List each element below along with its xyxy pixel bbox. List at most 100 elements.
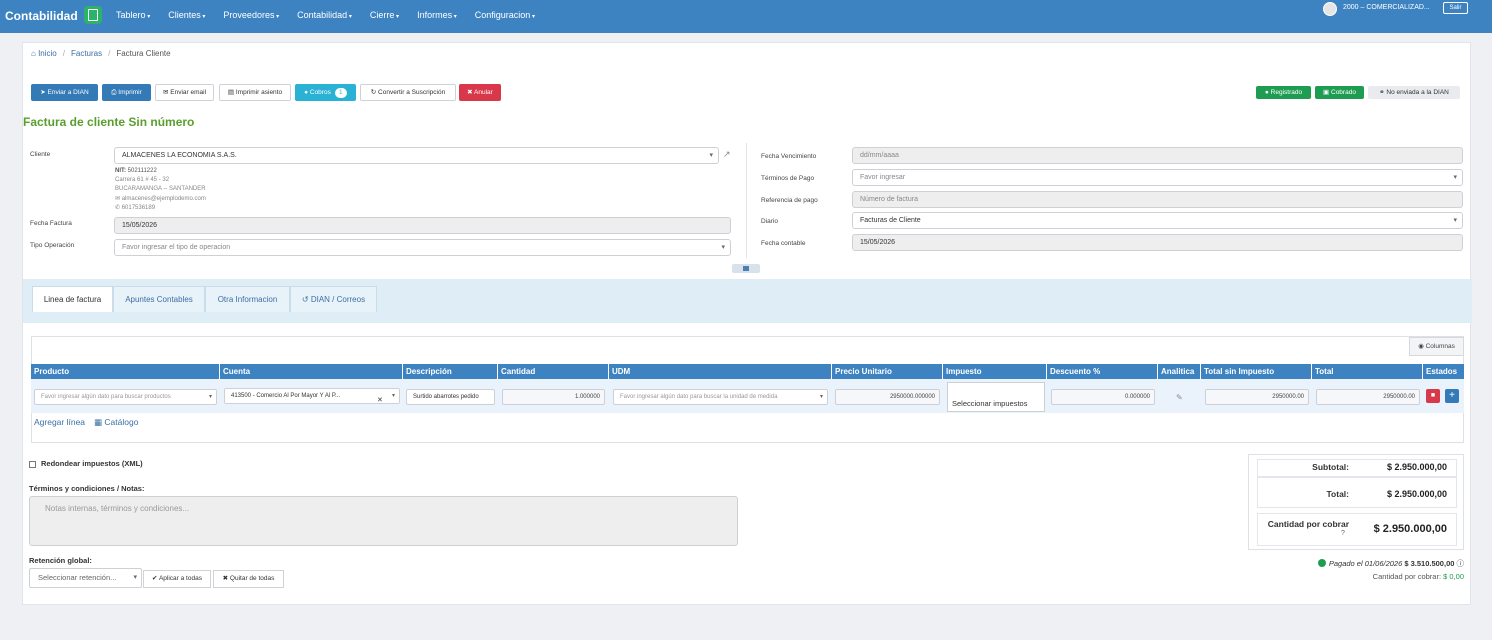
invoice-date-field[interactable]: 15/05/2026 (114, 217, 731, 234)
menu-contabilidad[interactable]: Contabilidad (297, 10, 352, 20)
accounting-date-field[interactable]: 15/05/2026 (852, 234, 1463, 251)
retention-select[interactable]: Seleccionar retención... (29, 568, 142, 588)
breadcrumb-home[interactable]: Inicio (31, 49, 57, 58)
collapse-toggle-button[interactable] (732, 264, 760, 273)
main-panel: Inicio / Facturas / Factura Cliente ➤ En… (22, 42, 1472, 605)
col-header-udm[interactable]: UDM (609, 364, 832, 379)
columns-button[interactable]: ◉ Columnas (1409, 337, 1464, 356)
menu-tablero[interactable]: Tablero (116, 10, 150, 20)
close-icon: ✖ (222, 575, 230, 582)
total-field: 2950000.00 (1316, 389, 1420, 405)
help-icon[interactable]: ? (1341, 530, 1345, 537)
status-paid-badge: ▣ Cobrado (1315, 86, 1364, 99)
tab-dian-emails[interactable]: ↺ DIAN / Correos (290, 286, 377, 312)
money-icon: ▣ (1323, 89, 1331, 96)
unit-price-input[interactable]: 2950000.000000 (835, 389, 940, 405)
refresh-icon: ↻ (370, 89, 379, 96)
col-header-producto[interactable]: Producto (31, 364, 220, 379)
payment-info[interactable]: Pagado el 01/06/2026 $ 3.510.500,00 ⓘ (1317, 558, 1465, 569)
discount-input[interactable]: 0.000000 (1051, 389, 1155, 405)
retention-label: Retención global: (29, 556, 92, 565)
col-header-descuento[interactable]: Descuento % (1047, 364, 1158, 379)
due-date-field[interactable]: dd/mm/aaaa (852, 147, 1463, 164)
tab-invoice-lines[interactable]: Linea de factura (32, 286, 113, 312)
tax-select[interactable]: Seleccionar impuestos (947, 382, 1045, 412)
due-date-label: Fecha Vencimiento (761, 153, 817, 160)
account-select[interactable]: 413500 - Comercio Al Por Mayor Y Al P... (224, 388, 400, 404)
notes-label: Términos y condiciones / Notas: (29, 484, 145, 493)
receivable-value: $ 2.950.000,00 (1373, 523, 1447, 535)
journal-select[interactable]: Facturas de Cliente (852, 212, 1463, 229)
brand-title[interactable]: Contabilidad (5, 9, 78, 23)
catalog-link[interactable]: ▦ Catálogo (94, 417, 138, 428)
menu-cierre[interactable]: Cierre (370, 10, 399, 20)
top-navbar: Contabilidad Tablero Clientes Proveedore… (0, 0, 1492, 33)
client-city: BUCARAMANGA -- SANTANDER (115, 186, 206, 192)
subtotal-value: $ 2.950.000,00 (1386, 462, 1447, 472)
print-button[interactable]: ⎙ Imprimir (102, 84, 151, 101)
menu-clientes[interactable]: Clientes (168, 10, 205, 20)
subtotal-label: Subtotal: (1312, 462, 1349, 472)
subtotal-field: 2950000.00 (1205, 389, 1309, 405)
client-address: Carrera 61 # 45 - 32 (115, 177, 170, 183)
product-search-input[interactable]: Favor ingresar algún dato para buscar pr… (34, 389, 217, 405)
paper-plane-icon: ➤ (40, 89, 48, 96)
company-name[interactable]: 2000 – COMERCIALIZAD... (1343, 4, 1430, 11)
pencil-icon[interactable]: ✎ (1176, 393, 1183, 402)
client-email: ✉ almacenes@ejemplodemo.com (115, 196, 206, 202)
operation-type-label: Tipo Operación (30, 242, 75, 249)
col-header-cantidad[interactable]: Cantidad (498, 364, 609, 379)
file-icon: ▤ (227, 89, 236, 96)
payment-terms-label: Términos de Pago (761, 175, 815, 182)
udm-search-input[interactable]: Favor ingresar algún dato para buscar la… (613, 389, 828, 405)
col-header-precio-unitario[interactable]: Precio Unitario (832, 364, 943, 379)
client-label: Cliente (30, 151, 51, 158)
send-dian-button[interactable]: ➤ Enviar a DIAN (31, 84, 98, 101)
check-circle-icon (1317, 559, 1326, 567)
external-link-icon[interactable]: ↗ (723, 149, 731, 160)
clear-icon[interactable]: ✕ (377, 396, 383, 404)
payments-count-badge: 1 (334, 88, 347, 98)
tab-accounting-entries[interactable]: Apuntes Contables (113, 286, 205, 312)
menu-configuracion[interactable]: Configuracion (475, 10, 535, 20)
col-header-total-sin-impuesto[interactable]: Total sin Impuesto (1201, 364, 1312, 379)
payment-ref-field[interactable]: Número de factura (852, 191, 1463, 208)
payment-terms-select[interactable]: Favor ingresar (852, 169, 1463, 186)
logout-button[interactable]: Salir (1443, 2, 1468, 14)
client-select[interactable]: ALMACENES LA ECONOMIA S.A.S. (114, 147, 719, 164)
breadcrumb-facturas[interactable]: Facturas (71, 49, 102, 58)
menu-proveedores[interactable]: Proveedores (223, 10, 279, 20)
cancel-invoice-button[interactable]: ✖ Anular (459, 84, 501, 101)
menu-informes[interactable]: Informes (417, 10, 457, 20)
quantity-input[interactable]: 1.000000 (502, 389, 605, 405)
col-header-analitica[interactable]: Analitica (1158, 364, 1201, 379)
receivable-label: Cantidad por cobrar (1267, 519, 1349, 529)
add-line-link[interactable]: Agregar línea (34, 417, 85, 427)
close-icon: ✖ (467, 89, 475, 96)
delete-line-button[interactable]: ■ (1426, 389, 1440, 403)
info-icon[interactable]: ⓘ (1457, 559, 1465, 568)
col-header-total[interactable]: Total (1312, 364, 1423, 379)
calculator-icon[interactable] (84, 6, 102, 24)
col-header-descripcion[interactable]: Descripción (403, 364, 498, 379)
print-entry-button[interactable]: ▤ Imprimir asiento (219, 84, 291, 101)
round-taxes-checkbox[interactable] (29, 461, 36, 468)
send-email-button[interactable]: ✉ Enviar email (155, 84, 214, 101)
convert-subscription-button[interactable]: ↻ Convertir a Suscripción (360, 84, 456, 101)
round-taxes-label: Redondear impuestos (XML) (41, 459, 143, 468)
col-header-estados[interactable]: Estados (1423, 364, 1464, 379)
payments-button[interactable]: ● Cobros 1 (295, 84, 356, 101)
operation-type-select[interactable]: Favor ingresar el tipo de operacion (114, 239, 731, 256)
pending-amount: Cantidad por cobrar: $ 0,00 (1372, 572, 1464, 581)
client-phone: ✆ 6017536189 (115, 205, 156, 211)
col-header-impuesto[interactable]: Impuesto (943, 364, 1047, 379)
remove-all-button[interactable]: ✖ Quitar de todas (213, 570, 284, 588)
apply-all-button[interactable]: ✔ Aplicar a todas (143, 570, 211, 588)
trash-icon: ■ (1430, 392, 1436, 399)
description-input[interactable]: Surtido abarrotes pedido (406, 389, 495, 405)
tab-other-info[interactable]: Otra Informacion (205, 286, 290, 312)
col-header-cuenta[interactable]: Cuenta (220, 364, 403, 379)
notes-textarea[interactable]: Notas internas, términos y condiciones..… (29, 496, 738, 546)
avatar[interactable] (1323, 2, 1337, 16)
add-line-icon-button[interactable]: + (1445, 389, 1459, 403)
